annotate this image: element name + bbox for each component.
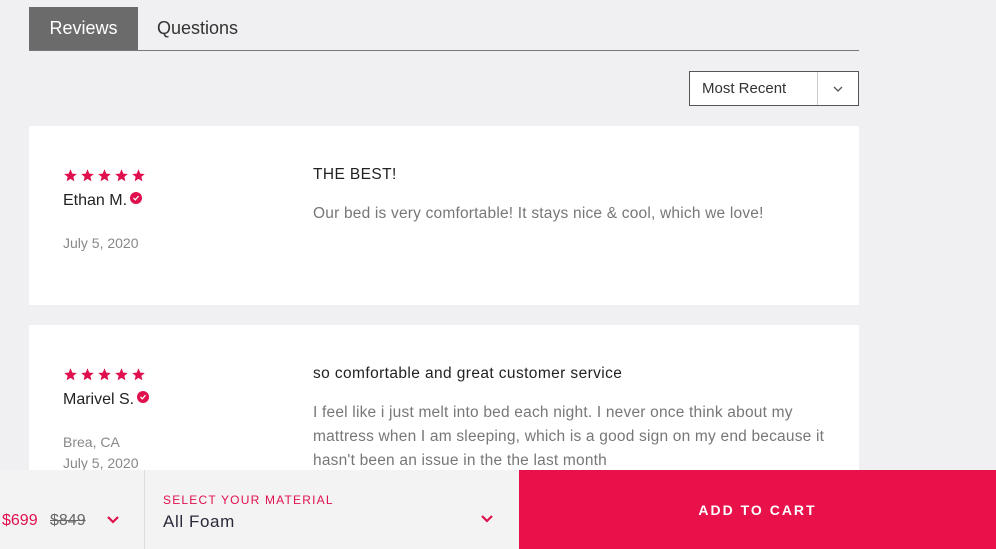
sort-dropdown[interactable]: Most Recent [689,71,859,106]
star-icon [64,169,77,182]
star-rating [63,367,146,382]
chevron-down-icon [818,72,858,105]
verified-check-icon [130,192,143,204]
reviewer-name: Ethan M. [63,192,143,210]
star-rating [63,168,146,183]
price-selector[interactable]: $699 $849 [0,470,145,549]
material-value: All Foam [163,512,235,531]
material-selector[interactable]: SELECT YOUR MATERIAL All Foam [145,470,519,549]
review-date: July 5, 2020 [63,455,139,471]
review-card: Marivel S. Brea, CA July 5, 2020 so comf… [29,325,859,485]
chevron-down-icon [106,512,120,530]
review-date: July 5, 2020 [63,235,139,251]
star-icon [115,368,128,381]
add-to-cart-button[interactable]: ADD TO CART [519,470,996,549]
review-body: I feel like i just melt into bed each ni… [313,404,825,469]
review-title: so comfortable and great customer servic… [313,365,623,382]
review-location: Brea, CA [63,434,120,450]
star-icon [98,169,111,182]
review-tabs: Reviews Questions [29,7,859,51]
review-body: Our bed is very comfortable! It stays ni… [313,205,764,222]
current-price: $699 [2,512,38,529]
star-icon [132,368,145,381]
sticky-purchase-bar: $699 $849 SELECT YOUR MATERIAL All Foam … [0,470,996,549]
material-label: SELECT YOUR MATERIAL [163,493,334,507]
review-card: Ethan M. July 5, 2020 THE BEST! Our bed … [29,126,859,305]
reviewer-name-text: Ethan M. [63,192,128,209]
star-icon [132,169,145,182]
review-title: THE BEST! [313,166,397,183]
chevron-down-icon [480,511,494,529]
original-price: $849 [50,512,86,529]
star-icon [98,368,111,381]
verified-check-icon [137,391,150,403]
sort-selected-value: Most Recent [702,80,787,97]
reviewer-name: Marivel S. [63,391,150,409]
reviewer-name-text: Marivel S. [63,391,135,408]
star-icon [81,368,94,381]
star-icon [81,169,94,182]
tab-questions[interactable]: Questions [157,7,238,50]
star-icon [115,169,128,182]
star-icon [64,368,77,381]
tab-reviews[interactable]: Reviews [29,7,138,50]
